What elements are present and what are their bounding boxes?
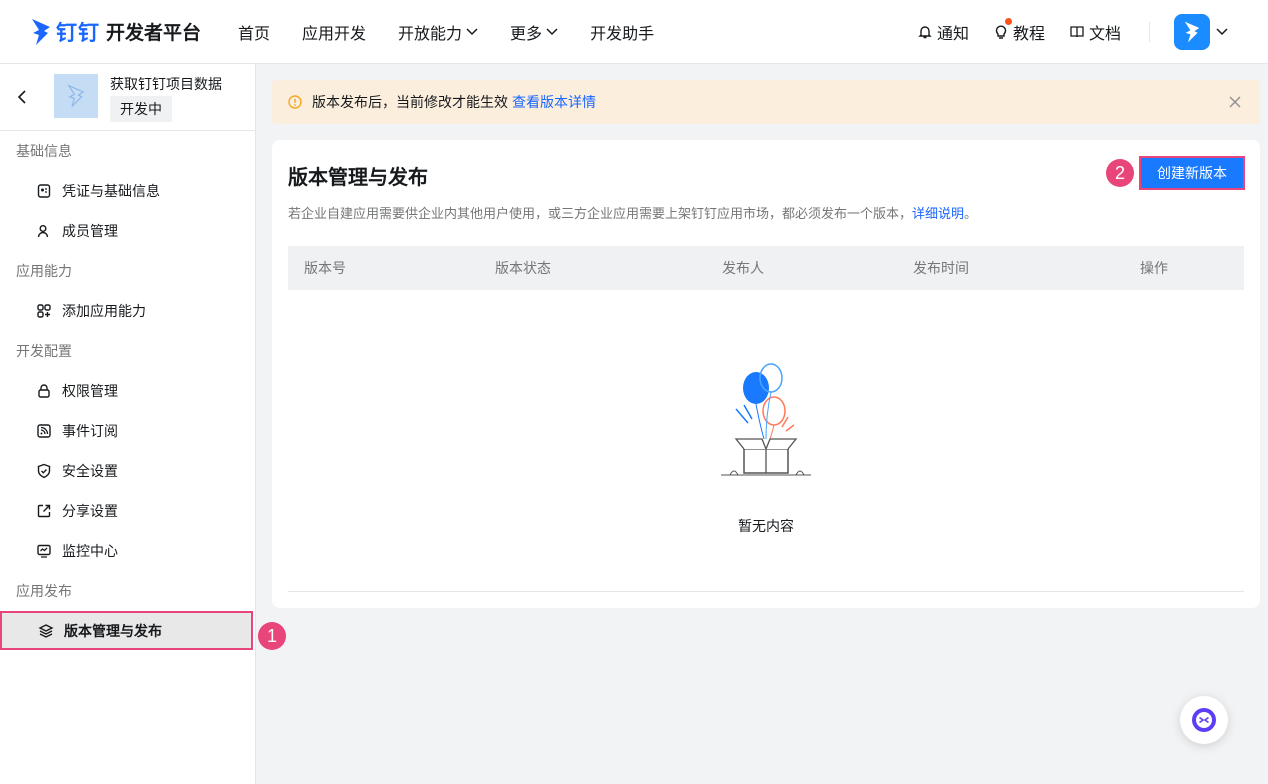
book-icon [1070,26,1084,38]
id-card-icon [37,184,51,198]
rss-icon [37,424,51,438]
sidebar-item-members[interactable]: 成员管理 [0,211,255,251]
app-header: 获取钉钉项目数据 开发中 [0,64,255,131]
top-navbar: 钉钉 开发者平台 首页 应用开发 开放能力 更多 开发助手 通知 教程 文档 [0,0,1268,64]
lock-icon [38,384,50,398]
avatar[interactable] [1174,14,1210,50]
brand-platform: 开发者平台 [106,23,202,44]
view-version-link[interactable]: 查看版本详情 [512,94,596,110]
main-nav: 首页 应用开发 开放能力 更多 开发助手 [238,20,686,44]
table-bottom-divider [288,591,1244,592]
share-icon [37,504,51,518]
empty-text: 暂无内容 [738,518,794,534]
group-title-basic: 基础信息 [16,143,72,159]
empty-box-balloons-icon [721,363,811,476]
empty-illustration [272,355,1260,488]
lightbulb-icon [995,25,1007,39]
header-tools: 通知 教程 文档 [893,0,1228,64]
sidebar-item-credentials[interactable]: 凭证与基础信息 [0,171,255,211]
step-marker-1: 1 [258,622,286,650]
bot-icon [1192,708,1216,732]
status-badge: 开发中 [110,96,172,122]
info-alert: 版本发布后，当前修改才能生效 查看版本详情 [272,80,1260,124]
sidebar-item-events[interactable]: 事件订阅 [0,411,255,451]
shield-icon [37,463,51,479]
assistant-bot-button[interactable] [1180,696,1228,744]
group-title-capability: 应用能力 [16,263,72,279]
sidebar-item-security[interactable]: 安全设置 [0,451,255,491]
warning-circle-icon [288,95,302,109]
layers-icon [38,623,54,638]
user-icon [37,225,49,238]
monitor-icon [37,544,51,558]
alert-text: 版本发布后，当前修改才能生效 查看版本详情 [312,94,596,110]
app-thumbnail [54,74,98,118]
nav-home[interactable]: 首页 [238,20,270,44]
group-title-release: 应用发布 [16,583,72,599]
version-card: 版本管理与发布 创建新版本 若企业自建应用需要供企业内其他用户使用，或三方企业应… [272,140,1260,608]
apps-add-icon [37,304,51,318]
column-status: 版本状态 [495,260,551,276]
sidebar-item-permissions[interactable]: 权限管理 [0,371,255,411]
sidebar-item-share[interactable]: 分享设置 [0,491,255,531]
table-header: 版本号 版本状态 发布人 发布时间 操作 [288,246,1244,290]
page-description: 若企业自建应用需要供企业内其他用户使用，或三方企业应用需要上架钉钉应用市场，都必… [288,206,978,221]
column-publish-time: 发布时间 [913,260,969,276]
nav-app-dev[interactable]: 应用开发 [302,20,366,44]
sidebar-item-version-release[interactable]: 版本管理与发布 [0,611,253,650]
sidebar-item-monitor[interactable]: 监控中心 [0,531,255,571]
sidebar: 获取钉钉项目数据 开发中 基础信息 凭证与基础信息 成员管理 应用能力 添加应用… [0,64,256,784]
notify-button[interactable]: 通知 [917,20,969,44]
chevron-down-icon [466,27,478,35]
step-marker-2: 2 [1106,159,1134,187]
chevron-down-icon[interactable] [1216,28,1228,36]
dingtalk-avatar-icon [1184,21,1200,43]
sidebar-item-add-capability[interactable]: 添加应用能力 [0,291,255,331]
details-link[interactable]: 详细说明 [912,206,964,221]
docs-button[interactable]: 文档 [1069,20,1121,44]
notification-dot [1004,18,1012,25]
brand-ding: 钉钉 [56,21,100,45]
page-title: 版本管理与发布 [288,167,428,189]
create-version-button[interactable]: 创建新版本 [1139,156,1245,190]
chevron-down-icon [546,27,558,35]
brand-logo[interactable]: 钉钉 开发者平台 [30,17,230,47]
column-version: 版本号 [304,260,346,276]
nav-dev-assistant[interactable]: 开发助手 [590,20,654,44]
bell-icon [918,26,932,39]
column-actions: 操作 [1140,260,1168,276]
column-publisher: 发布人 [722,260,764,276]
app-name: 获取钉钉项目数据 [110,76,222,92]
app-logo-icon [67,84,85,107]
dingtalk-logo-icon [32,18,50,45]
nav-more[interactable]: 更多 [510,20,558,44]
group-title-dev-config: 开发配置 [16,343,72,359]
nav-open-capability[interactable]: 开放能力 [398,20,478,44]
close-icon[interactable] [1228,95,1242,109]
header-divider [1149,22,1150,42]
back-arrow-icon[interactable] [16,89,28,105]
tutorial-button[interactable]: 教程 [993,18,1045,44]
